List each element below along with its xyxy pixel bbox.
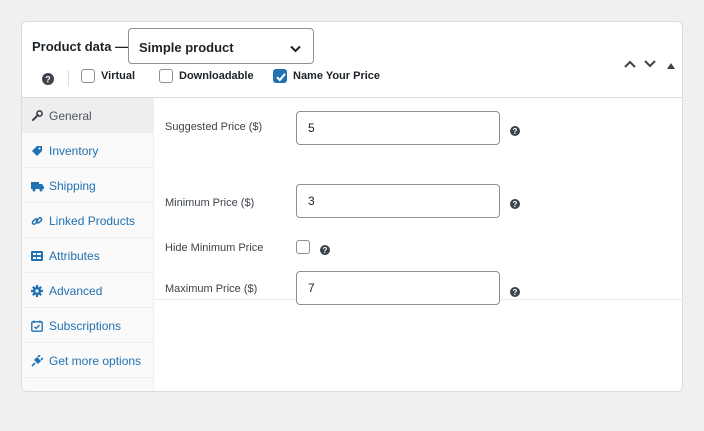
link-icon <box>31 214 43 232</box>
tab-inventory[interactable]: Inventory <box>22 133 154 168</box>
chevron-down-icon[interactable] <box>644 55 656 73</box>
svg-text:?: ? <box>513 200 518 209</box>
product-data-tabs: General Inventory Shipping Linked Produc… <box>22 98 154 391</box>
product-data-label: Product data — <box>32 39 129 54</box>
svg-text:?: ? <box>45 75 51 85</box>
toggle-arrow-icon[interactable] <box>667 56 675 74</box>
svg-text:?: ? <box>323 246 328 255</box>
tab-advanced[interactable]: Advanced <box>22 273 154 308</box>
suggested-price-label: Suggested Price ($) <box>165 121 263 133</box>
tab-label: Shipping <box>49 179 96 193</box>
tab-general[interactable]: General <box>22 98 154 133</box>
divider <box>68 70 69 86</box>
help-icon[interactable]: ? <box>510 123 520 141</box>
help-icon[interactable]: ? <box>510 196 520 214</box>
downloadable-checkbox[interactable] <box>159 69 173 83</box>
product-data-panel: Product data — Simple product ? Virtual … <box>21 21 683 392</box>
calendar-icon <box>31 319 43 337</box>
gear-icon <box>31 284 43 302</box>
help-icon[interactable]: ? <box>320 242 330 260</box>
maximum-price-input[interactable] <box>296 271 500 305</box>
tab-label: General <box>49 109 92 123</box>
chevron-up-icon[interactable] <box>624 55 636 73</box>
svg-text:?: ? <box>513 127 518 136</box>
tab-label: Attributes <box>49 249 100 263</box>
plugin-icon <box>31 354 44 372</box>
tab-linked-products[interactable]: Linked Products <box>22 203 154 238</box>
minimum-price-label: Minimum Price ($) <box>165 197 255 209</box>
product-type-value: Simple product <box>139 40 234 55</box>
minimum-price-input[interactable] <box>296 184 500 218</box>
tag-icon <box>31 144 43 162</box>
name-your-price-checkbox[interactable] <box>273 69 287 83</box>
svg-text:?: ? <box>513 288 518 297</box>
tab-attributes[interactable]: Attributes <box>22 238 154 273</box>
chevron-down-icon <box>290 40 301 58</box>
virtual-label: Virtual <box>101 70 136 82</box>
tab-shipping[interactable]: Shipping <box>22 168 154 203</box>
tab-label: Subscriptions <box>49 319 122 333</box>
tab-label: Advanced <box>49 284 103 298</box>
wrench-icon <box>31 109 43 127</box>
hide-minimum-price-label: Hide Minimum Price <box>165 242 264 254</box>
tab-label: Get more options <box>49 354 142 368</box>
general-fields: Suggested Price ($) ? Minimum Price ($) … <box>155 98 682 305</box>
truck-icon <box>31 179 44 197</box>
tab-subscriptions[interactable]: Subscriptions <box>22 308 154 343</box>
help-icon[interactable]: ? <box>510 284 520 302</box>
product-type-select[interactable]: Simple product <box>128 28 314 64</box>
product-data-header: Product data — Simple product ? Virtual … <box>22 22 682 98</box>
virtual-checkbox[interactable] <box>81 69 95 83</box>
hide-minimum-price-checkbox[interactable] <box>296 240 310 254</box>
tab-label: Inventory <box>49 144 99 158</box>
list-icon <box>31 249 43 267</box>
maximum-price-label: Maximum Price ($) <box>165 283 258 295</box>
help-icon[interactable]: ? <box>42 72 54 90</box>
tab-label: Linked Products <box>49 214 136 228</box>
downloadable-label: Downloadable <box>179 70 254 82</box>
suggested-price-input[interactable] <box>296 111 500 145</box>
tab-get-more-options[interactable]: Get more options <box>22 343 154 378</box>
name-your-price-label: Name Your Price <box>293 70 381 82</box>
